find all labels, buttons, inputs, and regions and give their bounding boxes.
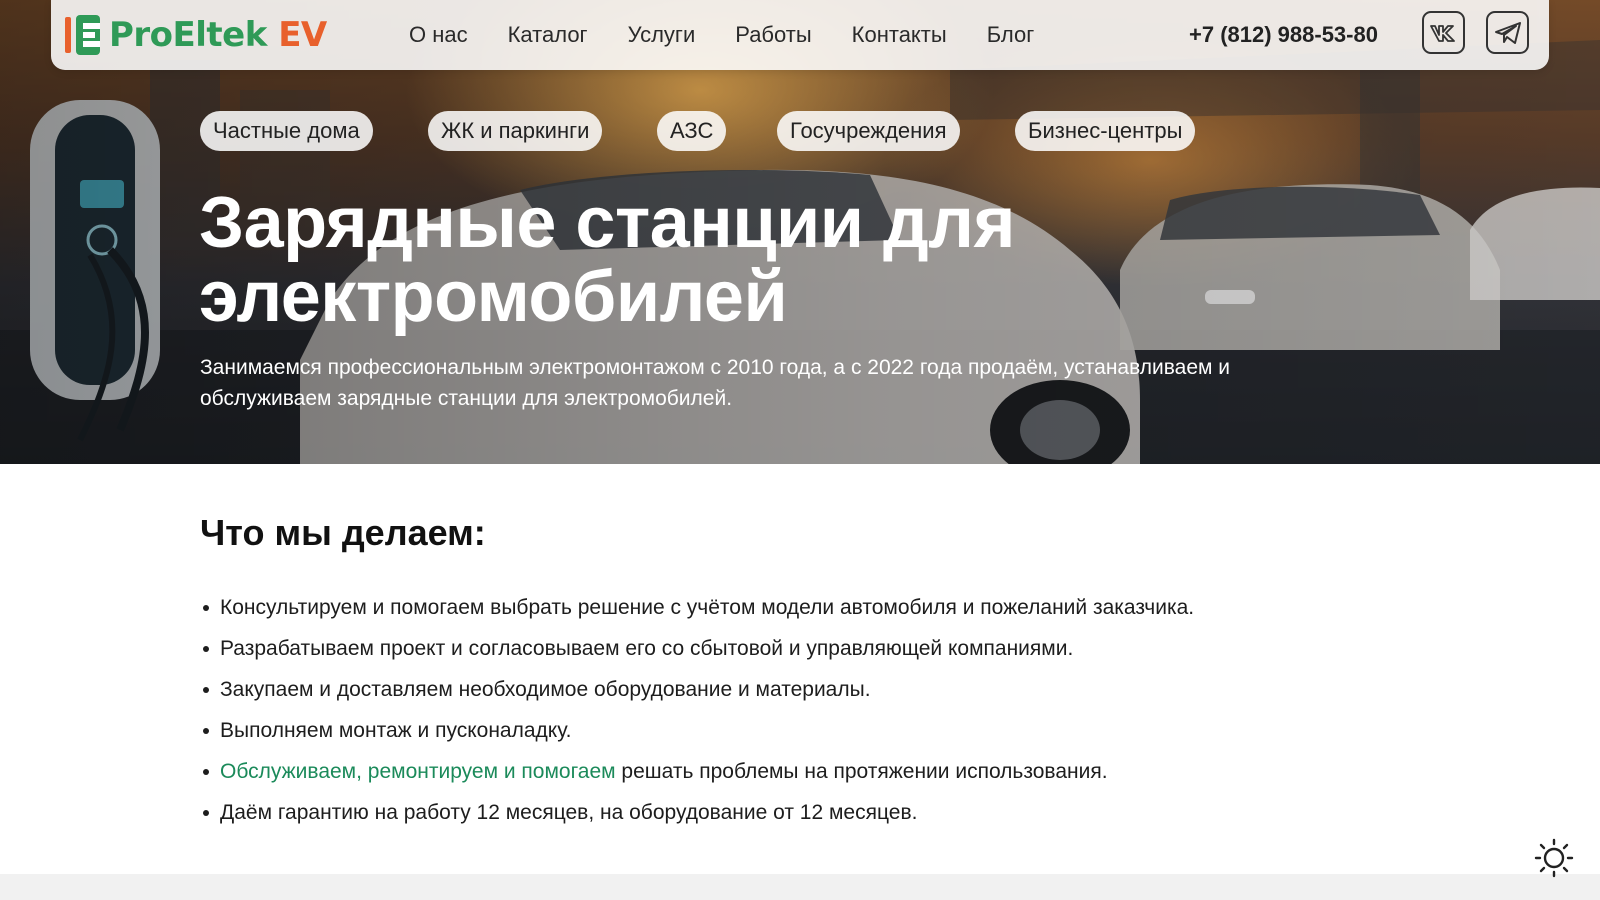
chip-business-centers[interactable]: Бизнес-центры xyxy=(1015,111,1196,151)
top-header: ProEltek EV О нас Каталог Услуги Работы … xyxy=(51,0,1549,70)
list-item: Даём гарантию на работу 12 месяцев, на о… xyxy=(200,792,1400,833)
nav-works[interactable]: Работы xyxy=(735,22,811,48)
footer-strip xyxy=(0,874,1600,900)
nav-blog[interactable]: Блог xyxy=(987,22,1035,48)
telegram-icon xyxy=(1494,21,1521,44)
page-title-line1: Зарядные станции для xyxy=(199,183,1016,263)
hero-subtitle: Занимаемся профессиональным электромонта… xyxy=(200,356,1231,410)
logo-text-ev: EV xyxy=(266,15,327,55)
vk-icon xyxy=(1429,24,1455,42)
nav-catalog[interactable]: Каталог xyxy=(508,22,588,48)
page-title: Зарядные станции для электромобилей xyxy=(199,186,1299,334)
segment-chips: Частные дома ЖК и паркинги АЗС Госучрежд… xyxy=(0,111,1600,151)
nav-services[interactable]: Услуги xyxy=(628,22,696,48)
main-nav: О нас Каталог Услуги Работы Контакты Бло… xyxy=(409,0,1074,70)
list-item: Консультируем и помогаем выбрать решение… xyxy=(200,587,1400,628)
chip-residential-parkings[interactable]: ЖК и паркинги xyxy=(428,111,603,151)
nav-about[interactable]: О нас xyxy=(409,22,468,48)
logo[interactable]: ProEltek EV xyxy=(63,12,327,58)
logo-text-eltek: Eltek xyxy=(172,15,268,55)
chip-government[interactable]: Госучреждения xyxy=(777,111,960,151)
page-title-line2: электромобилей xyxy=(199,257,788,337)
list-item: Закупаем и доставляем необходимое оборуд… xyxy=(200,669,1400,710)
nav-contacts[interactable]: Контакты xyxy=(852,22,947,48)
theme-toggle-button[interactable] xyxy=(1534,838,1574,878)
phone-link[interactable]: +7 (812) 988-53-80 xyxy=(1189,0,1378,70)
list-item: Выполняем монтаж и пусконаладку. xyxy=(200,710,1400,751)
services-list: Консультируем и помогаем выбрать решение… xyxy=(200,587,1400,833)
telegram-button[interactable] xyxy=(1486,11,1529,54)
service-repair-link[interactable]: Обслуживаем, ремонтируем и помогаем xyxy=(220,760,616,783)
logo-text: ProEltek EV xyxy=(109,15,327,55)
chip-private-houses[interactable]: Частные дома xyxy=(200,111,373,151)
section-title: Что мы делаем: xyxy=(200,512,486,553)
list-item: Обслуживаем, ремонтируем и помогаем реша… xyxy=(200,751,1400,792)
sun-icon xyxy=(1534,838,1574,878)
list-item: Разрабатываем проект и согласовываем его… xyxy=(200,628,1400,669)
logo-icon xyxy=(65,15,100,55)
vk-button[interactable] xyxy=(1422,11,1465,54)
chip-gas-stations[interactable]: АЗС xyxy=(657,111,727,151)
list-item-text: решать проблемы на протяжении использова… xyxy=(615,760,1108,783)
logo-text-pro: Pro xyxy=(109,15,173,55)
